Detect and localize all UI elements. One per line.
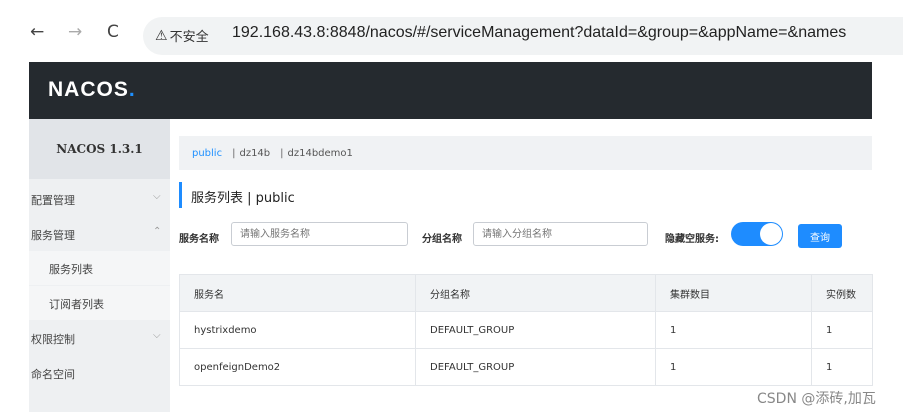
watermark: CSDN @添砖,加瓦 [757,391,876,407]
cell-cluster-count: 1 [655,348,812,386]
warning-triangle-icon: ⚠ [155,27,168,44]
col-header-instance-count: 实例数 [811,274,873,312]
namespace-tabs: public | dz14b | dz14bdemo1 [192,148,353,159]
page-title: 服务列表 | public [179,182,295,208]
sidebar-item-subscriber-list[interactable]: 订阅者列表 [29,286,170,320]
table-row[interactable]: openfeignDemo2 DEFAULT_GROUP 1 1 [179,348,873,386]
nacos-logo[interactable]: NACOS. [48,78,136,102]
tab-namespace-dz14b[interactable]: dz14b [239,148,270,159]
sidebar-item-label: 服务列表 [49,263,93,276]
table-header-row: 服务名 分组名称 集群数目 实例数 [179,274,873,312]
tab-namespace-public[interactable]: public [192,148,222,159]
sidebar-item-namespace[interactable]: 命名空间 [29,356,170,390]
security-text: 不安全 [169,30,209,45]
tab-namespace-dz14bdemo1[interactable]: dz14bdemo1 [288,148,353,159]
sidebar-item-label: 命名空间 [31,368,75,381]
sidebar-item-service-management[interactable]: 服务管理 ⌃ [29,217,170,251]
chevron-down-icon: ⌵ [153,330,161,341]
tab-separator: | [280,148,284,159]
toggle-knob [760,223,782,245]
cell-cluster-count: 1 [655,311,812,349]
url-text[interactable]: 192.168.43.8:8848/nacos/#/serviceManagem… [232,24,846,42]
service-table: 服务名 分组名称 集群数目 实例数 hystrixdemo DEFAULT_GR… [179,274,873,386]
forward-arrow-icon[interactable]: → [68,22,82,42]
cell-group-name: DEFAULT_GROUP [415,348,656,386]
group-name-label: 分组名称 [422,234,462,245]
table-row[interactable]: hystrixdemo DEFAULT_GROUP 1 1 [179,311,873,349]
service-name-label: 服务名称 [179,234,219,245]
sidebar-item-service-list[interactable]: 服务列表 [29,251,170,285]
cell-instance-count: 1 [811,311,873,349]
query-button[interactable]: 查询 [798,224,842,248]
cell-group-name: DEFAULT_GROUP [415,311,656,349]
col-header-group-name: 分组名称 [415,274,656,312]
sidebar-item-label: 配置管理 [31,194,75,207]
col-header-service-name: 服务名 [179,274,416,312]
back-arrow-icon[interactable]: ← [30,22,44,42]
reload-icon[interactable]: C [107,22,119,42]
group-name-input[interactable] [473,222,648,246]
hide-empty-label: 隐藏空服务: [665,234,719,245]
sidebar-item-label: 服务管理 [31,229,75,242]
app-header [29,62,872,119]
cell-instance-count: 1 [811,348,873,386]
version-title: NACOS 1.3.1 [29,119,170,179]
logo-dot: . [128,78,136,101]
sidebar-item-label: 订阅者列表 [49,298,104,311]
page-title-text: 服务列表 | public [191,191,295,206]
sidebar-item-config-management[interactable]: 配置管理 ⌵ [29,182,170,216]
chevron-down-icon: ⌵ [153,191,161,202]
service-name-input[interactable] [231,222,408,246]
cell-service-name: openfeignDemo2 [179,348,416,386]
tab-separator: | [232,148,236,159]
logo-text: NACOS [48,78,129,101]
sidebar-item-label: 权限控制 [31,333,75,346]
security-indicator[interactable]: ⚠ 不安全 [155,26,209,46]
sidebar-item-access-control[interactable]: 权限控制 ⌵ [29,321,170,355]
cell-service-name: hystrixdemo [179,311,416,349]
col-header-cluster-count: 集群数目 [655,274,812,312]
chevron-up-icon: ⌃ [153,226,162,237]
